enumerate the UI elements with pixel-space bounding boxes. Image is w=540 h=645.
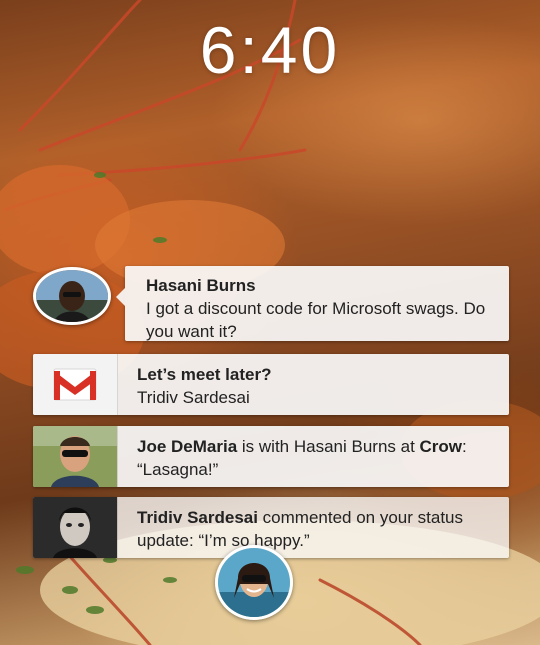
profile-photo (33, 497, 118, 558)
notification-email[interactable]: Let’s meet later? Tridiv Sardesai (33, 354, 509, 415)
chat-head-message[interactable]: Hasani Burns I got a discount code for M… (116, 266, 509, 341)
chat-head-avatar[interactable] (33, 267, 111, 325)
notification-checkin[interactable]: Joe DeMaria is with Hasani Burns at Crow… (33, 426, 509, 487)
chat-message-text: I got a discount code for Microsoft swag… (146, 299, 486, 341)
person-photo-icon (218, 548, 290, 617)
checkin-text: is with Hasani Burns at (237, 437, 420, 456)
person-photo-icon (36, 270, 108, 322)
email-subject: Let’s meet later? (137, 365, 272, 384)
lockscreen-clock: 6:40 (199, 13, 341, 87)
profile-photo (33, 426, 118, 487)
chat-sender-name: Hasani Burns (146, 276, 256, 295)
checkin-actor: Joe DeMaria (137, 437, 238, 456)
email-sender: Tridiv Sardesai (137, 388, 250, 407)
checkin-place: Crow (419, 437, 463, 456)
comment-actor: Tridiv Sardesai (137, 508, 258, 527)
chat-head-avatar-bottom[interactable] (215, 545, 293, 620)
gmail-icon (33, 354, 118, 415)
